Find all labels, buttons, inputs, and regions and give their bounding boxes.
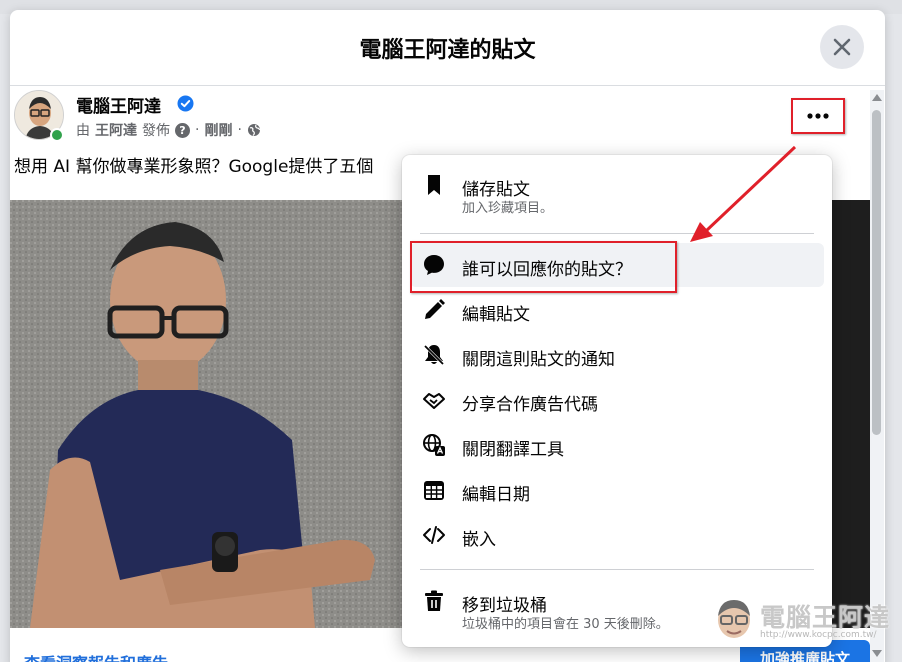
menu-divider (420, 233, 814, 234)
menu-item-turn-off-notifications[interactable]: 關閉這則貼文的通知 (410, 333, 824, 377)
author-name[interactable]: 電腦王阿達 (76, 92, 161, 117)
bell-off-icon (423, 344, 445, 366)
by-label: 由 (76, 123, 90, 139)
more-horizontal-icon (807, 113, 829, 119)
menu-item-turn-off-translation[interactable]: 關閉翻譯工具 (410, 423, 824, 467)
insights-link[interactable]: 查看洞察報告和廣告 (24, 650, 168, 662)
meta-separator: · (237, 122, 242, 138)
more-options-button[interactable] (791, 98, 845, 134)
calendar-icon (424, 481, 444, 500)
menu-item-label: 嵌入 (462, 530, 496, 550)
modal-title: 電腦王阿達的貼文 (359, 38, 536, 63)
menu-item-edit-post[interactable]: 編輯貼文 (410, 288, 824, 332)
highlight-box-who-can-comment (410, 241, 677, 293)
menu-item-label: 編輯貼文 (462, 305, 530, 325)
scroll-up-arrow-icon[interactable] (872, 94, 882, 101)
watermark-text: 電腦王阿達 (760, 603, 891, 632)
verified-badge-icon (177, 95, 194, 112)
bookmark-icon (428, 175, 440, 195)
close-button[interactable] (820, 25, 864, 69)
post-text: 想用 AI 幫你做專業形象照？Google提供了五個 (14, 157, 374, 177)
watermark-url: http://www.kocpc.com.tw/ (760, 630, 877, 640)
handshake-icon (423, 393, 445, 409)
menu-item-label: 分享合作廣告代碼 (462, 395, 598, 415)
mascot-icon (718, 600, 750, 638)
pencil-icon (425, 299, 445, 319)
menu-divider (420, 569, 814, 570)
globe-icon (247, 124, 261, 136)
menu-item-description: 垃圾桶中的項目會在 30 天後刪除。 (462, 617, 669, 632)
post-meta: 由 王阿達 發佈 ? · 剛剛 · (76, 120, 261, 140)
menu-item-edit-date[interactable]: 編輯日期 (410, 468, 824, 512)
watermark-logo: 電腦王阿達 http://www.kocpc.com.tw/ (712, 596, 889, 650)
menu-item-save-post[interactable]: 儲存貼文 加入珍藏項目。 (410, 163, 824, 221)
menu-item-embed[interactable]: 嵌入 (410, 513, 824, 557)
publisher-name[interactable]: 王阿達 (95, 120, 137, 140)
menu-item-description: 加入珍藏項目。 (462, 201, 554, 216)
code-icon (423, 526, 445, 544)
post-options-menu: 儲存貼文 加入珍藏項目。 誰可以回應你的貼文？ 編輯貼文 關閉這則貼文的通知 分… (402, 155, 832, 647)
meta-separator: · (195, 122, 200, 138)
help-icon[interactable]: ? (175, 122, 190, 138)
modal-header: 電腦王阿達的貼文 (10, 10, 885, 86)
scrollbar-thumb[interactable] (872, 110, 881, 435)
post-time[interactable]: 剛剛 (204, 120, 232, 140)
menu-item-label: 關閉翻譯工具 (462, 440, 564, 460)
online-status-dot (50, 128, 64, 142)
post-header: 電腦王阿達 由 王阿達 發佈 ? · 剛剛 · (14, 90, 794, 146)
menu-item-partnership-ad-code[interactable]: 分享合作廣告代碼 (410, 378, 824, 422)
close-icon (833, 38, 851, 56)
globe-translate-icon (423, 434, 445, 456)
published-label: 發佈 (142, 123, 170, 139)
trash-icon (425, 590, 443, 611)
scroll-down-arrow-icon[interactable] (872, 650, 882, 657)
menu-item-label: 關閉這則貼文的通知 (462, 350, 615, 370)
menu-item-label: 編輯日期 (462, 485, 530, 505)
